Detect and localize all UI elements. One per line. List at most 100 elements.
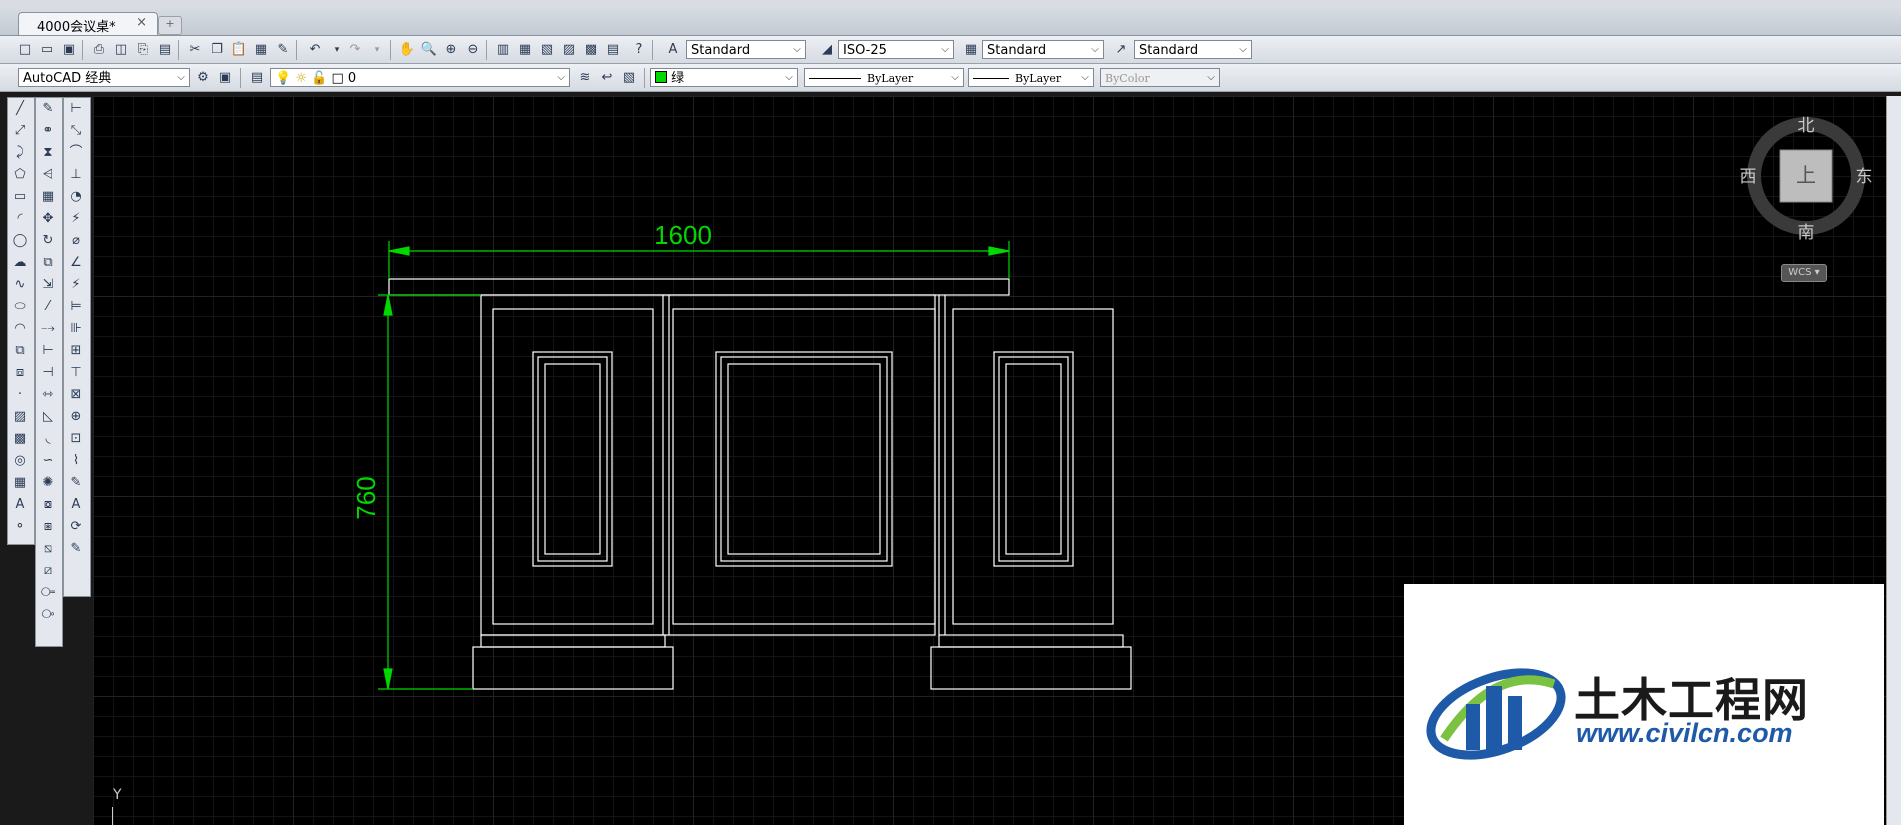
save-icon[interactable]: ▣ bbox=[58, 39, 80, 61]
insert-block-icon[interactable]: ⧉ bbox=[8, 340, 32, 362]
undo-icon[interactable]: ↶ bbox=[304, 39, 326, 61]
print-icon[interactable]: ⎙ bbox=[88, 39, 110, 61]
radius-icon[interactable]: ◔ bbox=[64, 186, 88, 208]
add-selected-icon[interactable]: ⚬ bbox=[8, 516, 32, 538]
zoom-window-icon[interactable]: ⊕ bbox=[440, 39, 462, 61]
paste-icon[interactable]: 📋 bbox=[228, 39, 250, 61]
linetype-select[interactable]: ByLayer ⌵ bbox=[804, 68, 964, 87]
send-back-icon[interactable]: ⧅ bbox=[36, 538, 60, 560]
ellipse-arc-icon[interactable]: ◠ bbox=[8, 318, 32, 340]
blend-curves-icon[interactable]: ∽ bbox=[36, 450, 60, 472]
arc-icon[interactable]: ◜ bbox=[8, 208, 32, 230]
open-icon[interactable]: ▭ bbox=[36, 39, 58, 61]
diameter-icon[interactable]: ⌀ bbox=[64, 230, 88, 252]
hatch-icon[interactable]: ▨ bbox=[8, 406, 32, 428]
dim-style-manager-icon[interactable]: ✎ bbox=[64, 538, 88, 560]
mirror-icon[interactable]: ⧗ bbox=[36, 142, 60, 164]
multileader-style-icon[interactable]: ↗ bbox=[1110, 39, 1132, 61]
copy-icon[interactable]: ❐ bbox=[206, 39, 228, 61]
center-mark-icon[interactable]: ⊕ bbox=[64, 406, 88, 428]
fillet-icon[interactable]: ◟ bbox=[36, 428, 60, 450]
markup-icon[interactable]: ▩ bbox=[580, 39, 602, 61]
layer-manager-icon[interactable]: ▤ bbox=[246, 67, 268, 89]
table-style-select[interactable]: Standard ⌵ bbox=[982, 40, 1104, 59]
bring-above-icon[interactable]: ⧄ bbox=[36, 560, 60, 582]
array-icon[interactable]: ▦ bbox=[36, 186, 60, 208]
region-icon[interactable]: ◎ bbox=[8, 450, 32, 472]
match-properties-icon[interactable]: ✎ bbox=[272, 39, 294, 61]
gradient-icon[interactable]: ▩ bbox=[8, 428, 32, 450]
offset-icon[interactable]: ⩤ bbox=[36, 164, 60, 186]
gear-icon[interactable]: ⚙ bbox=[192, 67, 214, 89]
bring-front-icon[interactable]: ⧆ bbox=[36, 516, 60, 538]
point-icon[interactable]: · bbox=[8, 384, 32, 406]
text-to-front-icon[interactable]: ⧃ bbox=[36, 582, 60, 604]
dimspace-icon[interactable]: ⊞ bbox=[64, 340, 88, 362]
explode-icon[interactable]: ✺ bbox=[36, 472, 60, 494]
break-icon[interactable]: ⊣ bbox=[36, 362, 60, 384]
inspection-icon[interactable]: ⊡ bbox=[64, 428, 88, 450]
text-style-icon[interactable]: A bbox=[662, 39, 684, 61]
ellipse-icon[interactable]: ⬭ bbox=[8, 296, 32, 318]
stretch-icon[interactable]: ⇲ bbox=[36, 274, 60, 296]
compass-south[interactable]: 南 bbox=[1798, 223, 1815, 243]
aligned-dimension-icon[interactable]: ⤡ bbox=[64, 120, 88, 142]
dim-update-icon[interactable]: ⟳ bbox=[64, 516, 88, 538]
compass-north[interactable]: 北 bbox=[1798, 116, 1815, 136]
dim-style-icon[interactable]: ◢ bbox=[816, 39, 838, 61]
line-icon[interactable]: ╱ bbox=[8, 98, 32, 120]
viewcube[interactable]: 上 北 南 东 西 bbox=[1740, 116, 1873, 243]
spline-icon[interactable]: ∿ bbox=[8, 274, 32, 296]
polygon-icon[interactable]: ⬠ bbox=[8, 164, 32, 186]
compass-west[interactable]: 西 bbox=[1740, 167, 1757, 187]
help-icon[interactable]: ? bbox=[628, 39, 650, 61]
quickcalc-icon[interactable]: ▤ bbox=[602, 39, 624, 61]
dimtedit-icon[interactable]: A bbox=[64, 494, 88, 516]
jogged-icon[interactable]: ⚡ bbox=[64, 208, 88, 230]
copy-object-icon[interactable]: ⚭ bbox=[36, 120, 60, 142]
break-at-point-icon[interactable]: ⊢ bbox=[36, 340, 60, 362]
tool-palettes-icon[interactable]: ▧ bbox=[536, 39, 558, 61]
quick-dimension-icon[interactable]: ⚡ bbox=[64, 274, 88, 296]
text-style-select[interactable]: Standard ⌵ bbox=[686, 40, 806, 59]
paste-block-icon[interactable]: ▦ bbox=[250, 39, 272, 61]
table-style-icon[interactable]: ▦ bbox=[960, 39, 982, 61]
wcs-menu-button[interactable]: WCS ▾ bbox=[1781, 264, 1827, 282]
layer-states-icon[interactable]: ▧ bbox=[618, 67, 640, 89]
dimension-icon[interactable]: ⊢ bbox=[64, 98, 88, 120]
ordinate-icon[interactable]: ⊥ bbox=[64, 164, 88, 186]
chamfer-icon[interactable]: ◺ bbox=[36, 406, 60, 428]
scale-icon[interactable]: ⧉ bbox=[36, 252, 60, 274]
pan-icon[interactable]: ✋ bbox=[396, 39, 418, 61]
construction-line-icon[interactable]: ⤢ bbox=[8, 120, 32, 142]
circle-icon[interactable]: ◯ bbox=[8, 230, 32, 252]
sheet-set-icon[interactable]: ▨ bbox=[558, 39, 580, 61]
trim-icon[interactable]: ⁄ bbox=[36, 296, 60, 318]
compass-east[interactable]: 东 bbox=[1856, 167, 1873, 187]
publish-icon[interactable]: ⎘ bbox=[132, 39, 154, 61]
polyline-icon[interactable]: ⤸ bbox=[8, 142, 32, 164]
make-block-icon[interactable]: ⧈ bbox=[8, 362, 32, 384]
text-icon[interactable]: A bbox=[8, 494, 32, 516]
extend-icon[interactable]: ⤍ bbox=[36, 318, 60, 340]
layer-select[interactable]: 💡 ☼ 🔓 □ 0 ⌵ bbox=[270, 68, 570, 87]
zoom-icon[interactable]: 🔍 bbox=[418, 39, 440, 61]
new-icon[interactable]: □ bbox=[14, 39, 36, 61]
workspace-select[interactable]: AutoCAD 经典 ⌵ bbox=[18, 68, 190, 87]
make-current-layer-icon[interactable]: ≋ bbox=[574, 67, 596, 89]
redo-icon[interactable]: ↷ bbox=[344, 39, 366, 61]
close-icon[interactable]: × bbox=[136, 15, 147, 30]
plotstyle-select[interactable]: ByColor ⌵ bbox=[1100, 68, 1220, 87]
plot-icon[interactable]: ▤ bbox=[154, 39, 176, 61]
baseline-icon[interactable]: ⊨ bbox=[64, 296, 88, 318]
rotate-icon[interactable]: ↻ bbox=[36, 230, 60, 252]
jogged-linear-icon[interactable]: ⌇ bbox=[64, 450, 88, 472]
properties-icon[interactable]: ▥ bbox=[492, 39, 514, 61]
zoom-previous-icon[interactable]: ⊖ bbox=[462, 39, 484, 61]
cut-icon[interactable]: ✂ bbox=[184, 39, 206, 61]
design-center-icon[interactable]: ▦ bbox=[514, 39, 536, 61]
multileader-style-select[interactable]: Standard ⌵ bbox=[1134, 40, 1252, 59]
lineweight-select[interactable]: ByLayer ⌵ bbox=[968, 68, 1094, 87]
revcloud-icon[interactable]: ☁ bbox=[8, 252, 32, 274]
join-icon[interactable]: ⇿ bbox=[36, 384, 60, 406]
